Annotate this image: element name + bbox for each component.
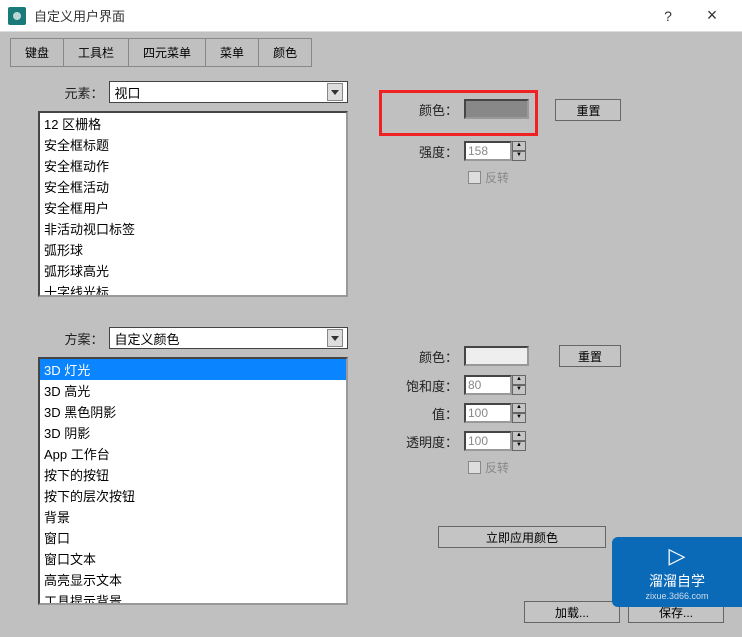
scheme-combo[interactable]: 自定义颜色 xyxy=(109,327,348,349)
list-item[interactable]: 弧形球 xyxy=(40,239,346,260)
list-item[interactable]: 安全框活动 xyxy=(40,176,346,197)
watermark-url: zixue.3d66.com xyxy=(645,591,708,601)
color-label-lower: 颜色： xyxy=(388,347,458,366)
saturation-label: 饱和度： xyxy=(388,376,458,395)
window-title: 自定义用户界面 xyxy=(34,6,646,25)
elements-listbox[interactable]: 12 区栅格 安全框标题 安全框动作 安全框活动 安全框用户 非活动视口标签 弧… xyxy=(38,111,348,297)
invert-checkbox-lower[interactable]: 反转 xyxy=(468,459,724,476)
reset-button-lower[interactable]: 重置 xyxy=(559,345,621,367)
element-label: 元素： xyxy=(18,83,103,102)
intensity-input[interactable] xyxy=(464,141,512,161)
app-icon xyxy=(8,7,26,25)
spinner-up-icon[interactable]: ▲ xyxy=(512,141,526,151)
tab-color[interactable]: 颜色 xyxy=(258,38,312,67)
list-item[interactable]: 背景 xyxy=(40,506,346,527)
tab-menu[interactable]: 菜单 xyxy=(205,38,259,67)
value-label: 值： xyxy=(388,404,458,423)
list-item[interactable]: 12 区栅格 xyxy=(40,113,346,134)
list-item[interactable]: 3D 阴影 xyxy=(40,422,346,443)
list-item[interactable]: 安全框用户 xyxy=(40,197,346,218)
tab-toolbar[interactable]: 工具栏 xyxy=(63,38,129,67)
color-label-upper: 颜色： xyxy=(388,100,458,119)
chevron-down-icon xyxy=(327,83,343,101)
spinner-down-icon[interactable]: ▼ xyxy=(512,441,526,451)
load-button[interactable]: 加载... xyxy=(524,601,620,623)
tab-keyboard[interactable]: 键盘 xyxy=(10,38,64,67)
list-item[interactable]: 十字线光标 xyxy=(40,281,346,297)
list-item[interactable]: 工具提示背景 xyxy=(40,590,346,605)
close-button[interactable]: × xyxy=(690,1,734,31)
tab-quadmenu[interactable]: 四元菜单 xyxy=(128,38,206,67)
list-item[interactable]: 3D 高光 xyxy=(40,380,346,401)
checkbox-icon xyxy=(468,171,481,184)
spinner-down-icon[interactable]: ▼ xyxy=(512,385,526,395)
list-item[interactable]: 安全框标题 xyxy=(40,134,346,155)
list-item[interactable]: 安全框动作 xyxy=(40,155,346,176)
list-item-selected[interactable]: 3D 灯光 xyxy=(40,359,346,380)
tab-bar: 键盘 工具栏 四元菜单 菜单 颜色 xyxy=(0,32,742,67)
chevron-down-icon xyxy=(327,329,343,347)
transparency-input[interactable] xyxy=(464,431,512,451)
list-item[interactable]: 窗口 xyxy=(40,527,346,548)
scheme-label: 方案： xyxy=(18,329,103,348)
spinner-up-icon[interactable]: ▲ xyxy=(512,403,526,413)
upper-section: 元素： 视口 12 区栅格 安全框标题 安全框动作 安全框活动 安全框用户 非活… xyxy=(18,81,724,297)
color-swatch-upper[interactable] xyxy=(464,99,529,119)
help-button[interactable]: ? xyxy=(646,1,690,31)
spinner-down-icon[interactable]: ▼ xyxy=(512,151,526,161)
list-item[interactable]: 按下的按钮 xyxy=(40,464,346,485)
invert-checkbox-upper[interactable]: 反转 xyxy=(468,169,724,186)
list-item[interactable]: 按下的层次按钮 xyxy=(40,485,346,506)
reset-button-upper[interactable]: 重置 xyxy=(555,99,621,121)
list-item[interactable]: 窗口文本 xyxy=(40,548,346,569)
value-input[interactable] xyxy=(464,403,512,423)
list-item[interactable]: App 工作台 xyxy=(40,443,346,464)
element-combo[interactable]: 视口 xyxy=(109,81,348,103)
scheme-listbox[interactable]: 3D 灯光 3D 高光 3D 黑色阴影 3D 阴影 App 工作台 按下的按钮 … xyxy=(38,357,348,605)
saturation-input[interactable] xyxy=(464,375,512,395)
spinner-up-icon[interactable]: ▲ xyxy=(512,431,526,441)
color-swatch-lower[interactable] xyxy=(464,346,529,366)
list-item[interactable]: 非活动视口标签 xyxy=(40,218,346,239)
value-spinner[interactable]: ▲▼ xyxy=(464,403,526,423)
transparency-spinner[interactable]: ▲▼ xyxy=(464,431,526,451)
list-item[interactable]: 弧形球高光 xyxy=(40,260,346,281)
checkbox-icon xyxy=(468,461,481,474)
play-icon: ▷ xyxy=(669,543,686,569)
list-item[interactable]: 3D 黑色阴影 xyxy=(40,401,346,422)
spinner-down-icon[interactable]: ▼ xyxy=(512,413,526,423)
watermark-brand: 溜溜自学 xyxy=(649,571,705,591)
list-item[interactable]: 高亮显示文本 xyxy=(40,569,346,590)
watermark: ▷ 溜溜自学 zixue.3d66.com xyxy=(612,537,742,607)
intensity-label: 强度： xyxy=(388,142,458,161)
titlebar: 自定义用户界面 ? × xyxy=(0,0,742,32)
spinner-up-icon[interactable]: ▲ xyxy=(512,375,526,385)
transparency-label: 透明度： xyxy=(388,432,458,451)
intensity-spinner[interactable]: ▲ ▼ xyxy=(464,141,526,161)
apply-now-button[interactable]: 立即应用颜色 xyxy=(438,526,606,548)
saturation-spinner[interactable]: ▲▼ xyxy=(464,375,526,395)
